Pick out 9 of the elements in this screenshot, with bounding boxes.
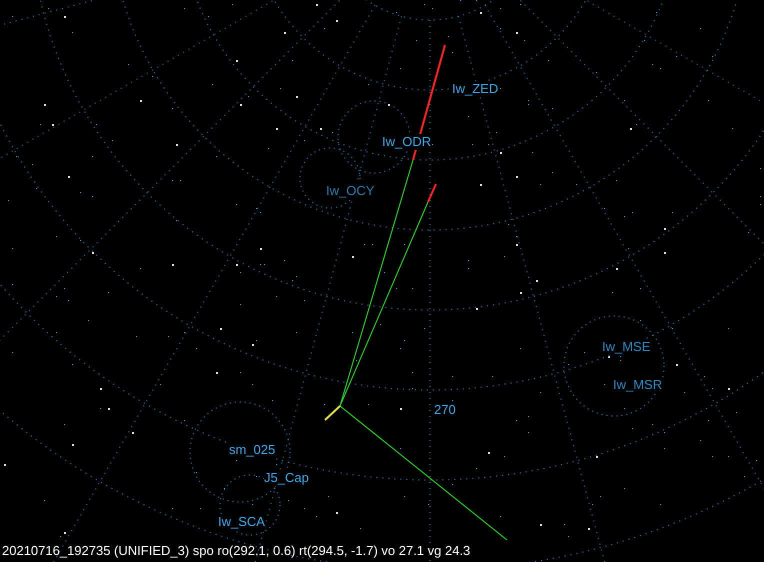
status-text: 20210716_192735 (UNIFIED_3) spo ro(292.1, 0.6) rt(294.5, -1.7) vo 27.1 vg 24.3 — [2, 543, 470, 559]
object-label: Iw_MSR — [613, 377, 662, 393]
object-label: Iw_MSE — [602, 339, 650, 355]
object-label: Iw_OCY — [326, 183, 374, 199]
object-label: Iw_ZED — [452, 81, 498, 97]
object-label: sm_025 — [229, 442, 276, 458]
object-label: Iw_ODR — [382, 134, 432, 150]
object-label: J5_Cap — [264, 470, 309, 486]
object-label: Iw_SCA — [218, 514, 265, 530]
